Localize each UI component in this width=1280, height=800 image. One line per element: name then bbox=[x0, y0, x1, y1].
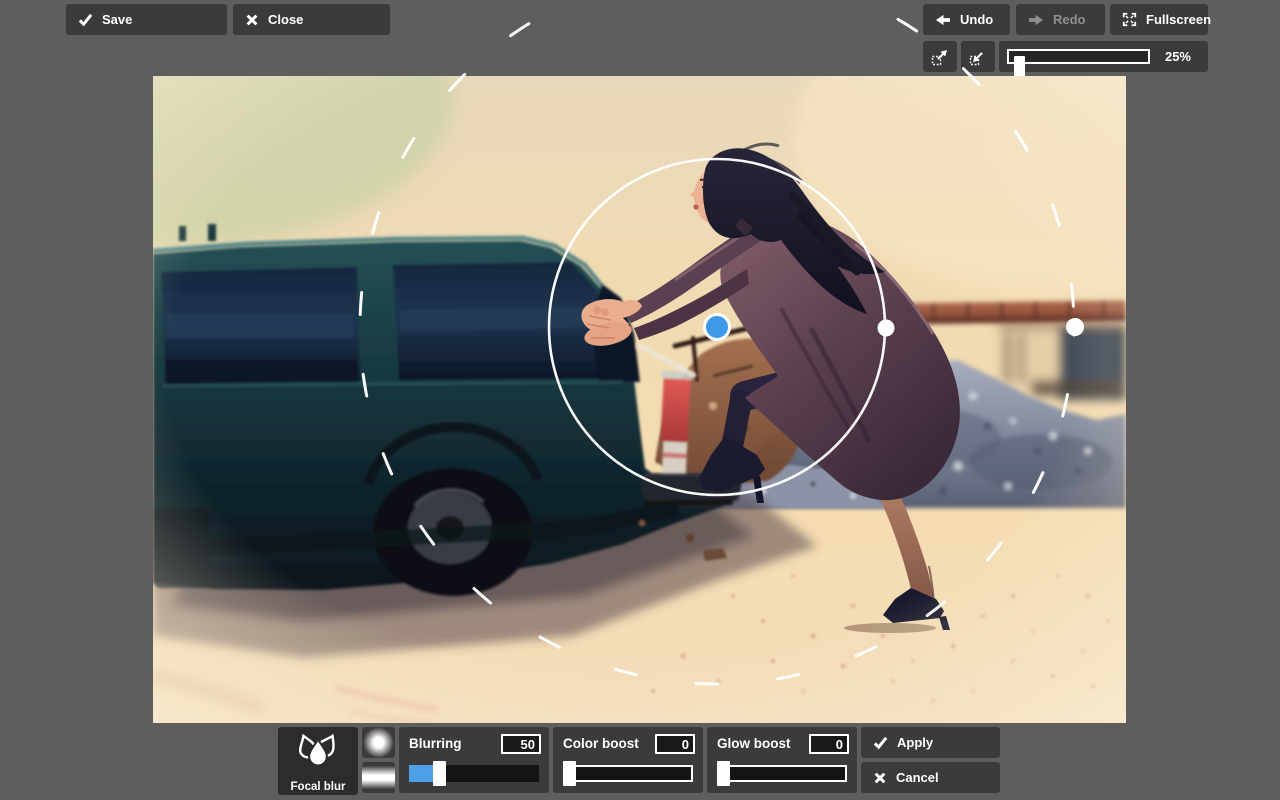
apply-check-icon bbox=[873, 735, 888, 750]
zoom-out-button[interactable] bbox=[961, 41, 995, 72]
close-icon bbox=[245, 13, 259, 27]
apply-button[interactable]: Apply bbox=[861, 727, 1000, 758]
radial-blur-mode-button[interactable] bbox=[362, 727, 395, 758]
zoom-slider-panel: 25% bbox=[999, 41, 1208, 77]
focal-center-handle[interactable] bbox=[703, 313, 731, 341]
photo-illustration bbox=[153, 76, 1126, 723]
close-button[interactable]: Close bbox=[233, 4, 390, 35]
focal-blur-drops-icon bbox=[294, 732, 342, 779]
blurring-label: Blurring bbox=[409, 736, 462, 751]
check-icon bbox=[78, 12, 93, 27]
linear-blur-icon bbox=[362, 762, 395, 793]
zoom-slider-handle[interactable] bbox=[1014, 56, 1025, 77]
zoom-slider-track[interactable] bbox=[1007, 49, 1150, 77]
focal-blur-tool[interactable]: Focal blur bbox=[278, 727, 358, 795]
radial-blur-icon bbox=[362, 727, 395, 758]
color-boost-slider-handle[interactable] bbox=[563, 761, 576, 786]
glow-boost-slider-handle[interactable] bbox=[717, 761, 730, 786]
color-boost-label: Color boost bbox=[563, 736, 639, 751]
glow-boost-control-panel: Glow boost bbox=[707, 727, 857, 793]
fullscreen-icon bbox=[1122, 12, 1137, 27]
glow-boost-value-input[interactable] bbox=[809, 734, 849, 754]
blurring-slider-handle[interactable] bbox=[433, 761, 446, 786]
save-button[interactable]: Save bbox=[66, 4, 227, 35]
blurring-value-input[interactable] bbox=[501, 734, 541, 754]
color-boost-slider-track[interactable] bbox=[563, 761, 693, 786]
fullscreen-button[interactable]: Fullscreen bbox=[1110, 4, 1212, 35]
cancel-button[interactable]: Cancel bbox=[861, 762, 1000, 793]
color-boost-value-input[interactable] bbox=[655, 734, 695, 754]
save-label: Save bbox=[102, 12, 133, 27]
redo-label: Redo bbox=[1053, 12, 1086, 27]
zoom-out-icon bbox=[968, 47, 988, 67]
undo-arrow-icon bbox=[935, 13, 951, 27]
blurring-slider-track[interactable] bbox=[409, 761, 539, 786]
zoom-in-button[interactable] bbox=[923, 41, 957, 72]
glow-boost-slider-track[interactable] bbox=[717, 761, 847, 786]
photo-canvas[interactable] bbox=[153, 76, 1126, 723]
undo-label: Undo bbox=[960, 12, 994, 27]
zoom-level-value: 25% bbox=[1164, 49, 1191, 64]
blurring-control-panel: Blurring bbox=[399, 727, 549, 793]
color-boost-control-panel: Color boost bbox=[553, 727, 703, 793]
tool-name-label: Focal blur bbox=[290, 781, 346, 793]
outer-radius-handle[interactable] bbox=[1066, 318, 1084, 336]
close-label: Close bbox=[268, 12, 304, 27]
linear-blur-mode-button[interactable] bbox=[362, 762, 395, 793]
inner-radius-handle[interactable] bbox=[877, 319, 895, 337]
cancel-label: Cancel bbox=[896, 770, 939, 785]
apply-label: Apply bbox=[897, 735, 934, 750]
redo-arrow-icon bbox=[1028, 13, 1044, 27]
fullscreen-label: Fullscreen bbox=[1146, 12, 1212, 27]
zoom-in-icon bbox=[930, 47, 950, 67]
cancel-x-icon bbox=[873, 771, 887, 785]
undo-button[interactable]: Undo bbox=[923, 4, 1010, 35]
blurring-slider-fill bbox=[409, 765, 435, 782]
redo-button[interactable]: Redo bbox=[1016, 4, 1105, 35]
glow-boost-label: Glow boost bbox=[717, 736, 791, 751]
